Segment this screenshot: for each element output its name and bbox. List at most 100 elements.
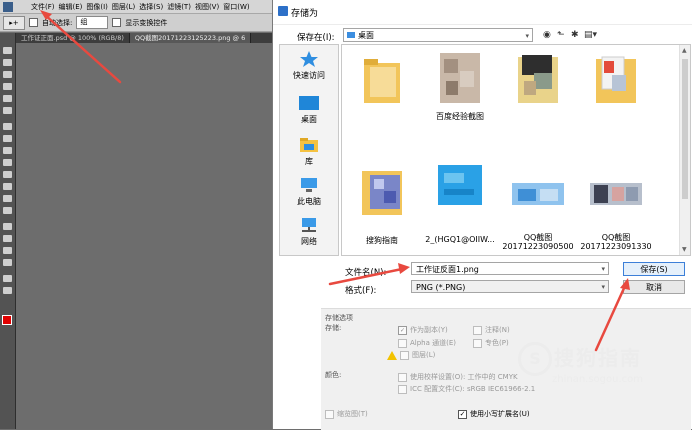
icc-checkbox[interactable] [398,384,407,394]
watermark-title: 搜狗指南 [554,346,642,370]
menu-window[interactable]: 窗口(W) [223,2,249,12]
thumbnail-option[interactable]: 缩览图(T) [325,409,368,419]
scroll-up-icon[interactable]: ▲ [682,47,687,54]
layers-checkbox[interactable] [400,350,409,360]
place-label: 此电脑 [297,197,321,206]
layers-option[interactable]: 图层(L) [387,350,435,360]
zoom-tool-icon[interactable] [3,287,12,294]
auto-select-checkbox[interactable] [29,18,38,27]
move-tool-icon[interactable] [3,47,12,54]
tab-document-1[interactable]: 工作证正面.psd @ 100% (RGB/8) [16,33,130,43]
lasso-tool-icon[interactable] [3,71,12,78]
eraser-tool-icon[interactable] [3,171,12,178]
pen-tool-icon[interactable] [3,223,12,230]
library-icon [299,137,319,153]
menu-image[interactable]: 图像(I) [86,2,108,12]
view-menu-icon[interactable]: ▤▾ [584,30,597,40]
type-tool-icon[interactable] [3,235,12,242]
spot-checkbox[interactable] [473,338,482,348]
image-file-icon [512,159,564,211]
blur-tool-icon[interactable] [3,195,12,202]
alpha-label: Alpha 通道(E) [410,339,457,347]
desktop-icon [299,95,319,111]
up-folder-icon[interactable]: ⬑ [557,30,565,40]
toolbox [0,33,16,429]
lowercase-ext-option[interactable]: 使用小写扩展名(U) [458,409,530,419]
place-label: 快速访问 [293,71,325,80]
chevron-down-icon: ▾ [601,265,605,273]
file-list: 百度经验截图 搜狗指南 2_(HGQ1@OIIW... QQ截图 2017122… [341,44,691,256]
save-in-label: 保存在(I): [297,33,335,43]
history-brush-tool-icon[interactable] [3,159,12,166]
gradient-tool-icon[interactable] [3,183,12,190]
annotations-label: 注释(N) [485,326,510,334]
use-proof-label: 使用校样设置(O): 工作中的 CMYK [410,373,518,381]
crop-tool-icon[interactable] [3,95,12,102]
image-file-icon [590,159,642,211]
as-copy-option[interactable]: 作为副本(Y) [398,325,448,335]
save-in-dropdown[interactable]: 桌面 ▾ [343,28,533,42]
folder-icon [590,51,642,103]
tab-document-2[interactable]: QQ截图20171223125223.png @ 6 [129,33,252,43]
place-network[interactable]: 网络 [280,217,338,247]
folder-icon [512,51,564,103]
thumbnail-checkbox[interactable] [325,409,334,419]
move-tool-preset-button[interactable]: ▸+ [3,15,25,30]
spot-option[interactable]: 专色(P) [473,338,509,348]
as-copy-checkbox[interactable] [398,325,407,335]
filename-input[interactable]: 工作证反面1.png ▾ [411,262,609,275]
back-icon[interactable]: ◉ [543,30,551,40]
menu-view[interactable]: 视图(V) [195,2,219,12]
cancel-button[interactable]: 取消 [623,280,685,294]
desktop-folder-icon [347,32,355,38]
document-tabs: 工作证正面.psd @ 100% (RGB/8) QQ截图20171223125… [16,33,272,43]
image-file-icon [434,159,486,211]
shape-tool-icon[interactable] [3,259,12,266]
path-select-tool-icon[interactable] [3,247,12,254]
annotations-checkbox[interactable] [473,325,482,335]
format-dropdown[interactable]: PNG (*.PNG) ▾ [411,280,609,293]
folder-icon [356,163,408,215]
scroll-down-icon[interactable]: ▼ [682,246,687,253]
menu-file[interactable]: 文件(F) [31,2,55,12]
place-library[interactable]: 库 [280,137,338,167]
marquee-tool-icon[interactable] [3,59,12,66]
quick-select-tool-icon[interactable] [3,83,12,90]
show-transform-label: 显示变换控件 [125,18,168,27]
show-transform-checkbox[interactable] [112,18,122,27]
menu-filter[interactable]: 滤镜(T) [167,2,191,12]
filename-label: 文件名(N): [345,268,387,278]
place-desktop[interactable]: 桌面 [280,95,338,125]
hand-tool-icon[interactable] [3,275,12,282]
menu-select[interactable]: 选择(S) [139,2,163,12]
new-folder-icon[interactable]: ✱ [571,30,579,40]
dialog-title-bar: 存储为 [273,0,692,25]
place-this-pc[interactable]: 此电脑 [280,177,338,207]
annotations-option[interactable]: 注释(N) [473,325,510,335]
store-label: 存储: [325,324,342,332]
menu-edit[interactable]: 编辑(E) [59,2,83,12]
save-options-header: 存储选项 [325,314,353,322]
alpha-checkbox[interactable] [398,338,407,348]
file-list-scrollbar[interactable]: ▲ ▼ [679,45,690,255]
lowercase-ext-checkbox[interactable] [458,409,467,419]
menu-layer[interactable]: 图层(L) [112,2,135,12]
watermark-url: zhinan.sogou.com [552,374,644,385]
scrollbar-thumb[interactable] [682,59,688,199]
auto-select-dropdown[interactable]: 组 [76,16,109,29]
spot-label: 专色(P) [485,339,509,347]
thumbnail-label: 缩览图(T) [337,410,368,418]
brush-tool-icon[interactable] [3,135,12,142]
place-quick-access[interactable]: 快速访问 [280,51,338,81]
stamp-tool-icon[interactable] [3,147,12,154]
place-label: 网络 [301,237,317,246]
foreground-color-swatch[interactable] [2,315,12,325]
save-button[interactable]: 保存(S) [623,262,685,276]
use-proof-checkbox[interactable] [398,372,407,382]
alpha-option[interactable]: Alpha 通道(E) [398,338,456,348]
healing-tool-icon[interactable] [3,123,12,130]
use-proof-option[interactable]: 使用校样设置(O): 工作中的 CMYK [398,372,518,382]
eyedropper-tool-icon[interactable] [3,107,12,114]
photoshop-logo-icon [3,1,13,12]
dodge-tool-icon[interactable] [3,207,12,214]
